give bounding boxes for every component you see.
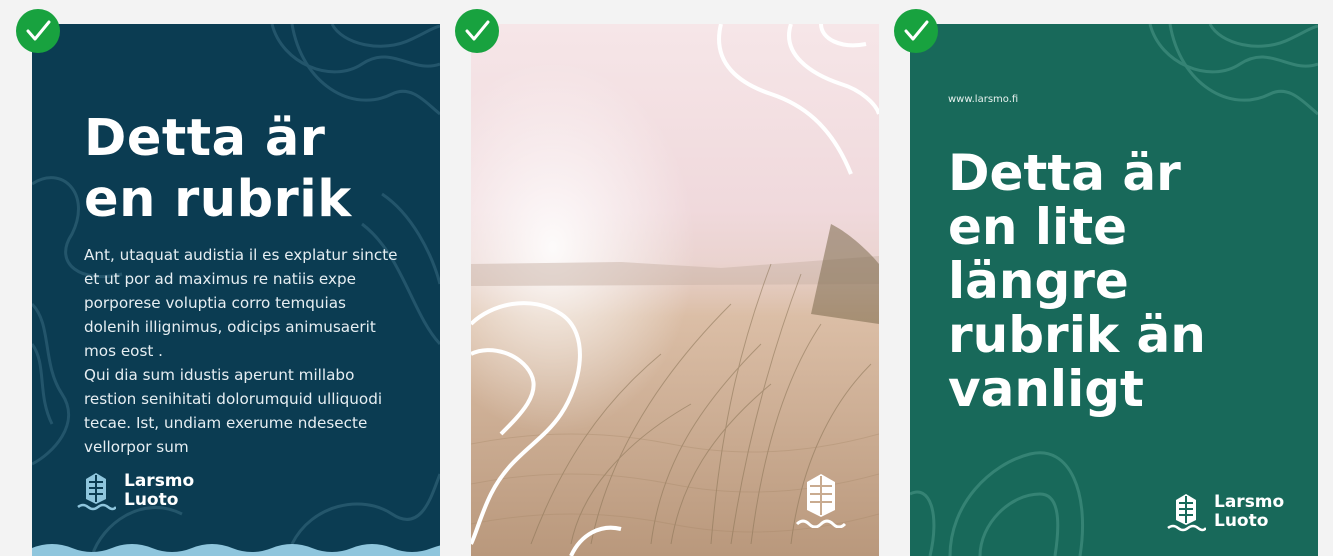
logo-line-2: Luoto [124, 490, 179, 510]
check-icon [904, 20, 929, 41]
logo-line-1: Larsmo [1214, 492, 1285, 512]
card-heading: Detta är en rubrik [84, 109, 352, 229]
larsmo-logo: Larsmo Luoto [1166, 492, 1284, 532]
card-heading: Detta är en lite längre rubrik än vanlig… [948, 144, 1206, 418]
larsmo-ship-logo-icon [1167, 494, 1206, 532]
larsmo-logo: Larsmo Luoto [76, 471, 194, 511]
website-url[interactable]: www.larsmo.fi [948, 94, 1018, 105]
approved-check-badge[interactable] [894, 9, 938, 53]
poster-card-photo[interactable] [471, 24, 879, 556]
check-icon [465, 20, 490, 41]
approved-check-badge[interactable] [16, 9, 60, 53]
poster-card-green[interactable]: www.larsmo.fi Detta är en lite längre ru… [910, 24, 1318, 556]
approved-check-badge[interactable] [455, 9, 499, 53]
larsmo-ship-logo-icon [77, 473, 116, 511]
check-icon [26, 20, 51, 41]
logo-line-1: Larsmo [124, 471, 195, 491]
body-paragraph: Ant, utaquat audistia il es explatur sin… [84, 246, 398, 360]
larsmo-ship-logo-icon [795, 474, 847, 528]
body-paragraph: Qui dia sum idustis aperunt millabo rest… [84, 366, 383, 456]
wave-band [32, 544, 440, 556]
logo-line-2: Luoto [1214, 511, 1269, 531]
poster-card-navy[interactable]: Detta är en rubrik Ant, utaquat audistia… [32, 24, 440, 556]
